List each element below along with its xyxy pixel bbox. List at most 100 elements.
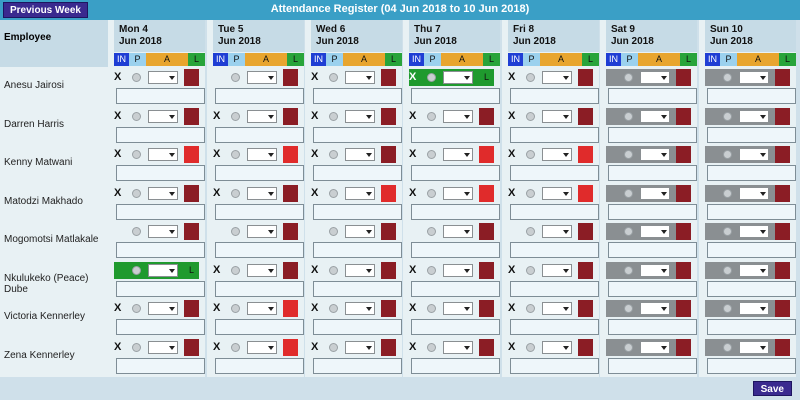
absence-select[interactable] — [247, 302, 277, 315]
clear-mark[interactable]: X — [508, 264, 520, 276]
clear-mark[interactable]: X — [311, 110, 323, 122]
clear-mark[interactable]: X — [213, 148, 225, 160]
notes-input[interactable] — [116, 203, 205, 220]
leave-swatch[interactable] — [775, 107, 790, 125]
clear-mark[interactable]: X — [213, 187, 225, 199]
present-radio[interactable] — [132, 227, 141, 236]
leave-swatch[interactable] — [184, 184, 199, 202]
clear-mark[interactable]: X — [508, 302, 520, 314]
present-radio[interactable] — [132, 111, 141, 121]
present-radio[interactable] — [427, 150, 436, 159]
present-radio[interactable] — [526, 227, 535, 236]
absence-select[interactable] — [443, 71, 473, 84]
leave-swatch[interactable] — [381, 146, 396, 163]
absence-select[interactable] — [443, 302, 473, 315]
notes-input[interactable] — [707, 319, 796, 335]
present-radio[interactable] — [427, 73, 436, 82]
present-radio[interactable] — [132, 188, 141, 198]
notes-input[interactable] — [116, 165, 205, 181]
save-button[interactable]: Save — [752, 381, 792, 396]
absence-select[interactable] — [148, 225, 178, 238]
leave-swatch[interactable] — [184, 300, 199, 317]
present-radio[interactable] — [427, 342, 436, 352]
clear-mark[interactable]: X — [409, 187, 421, 199]
notes-input[interactable] — [608, 357, 697, 374]
leave-swatch[interactable] — [283, 300, 298, 317]
absence-select[interactable] — [640, 302, 670, 315]
clear-mark[interactable]: X — [508, 341, 520, 353]
leave-swatch[interactable] — [381, 69, 396, 86]
leave-swatch[interactable] — [184, 223, 199, 240]
absence-select[interactable] — [739, 109, 769, 123]
absence-select[interactable] — [148, 71, 178, 84]
present-radio[interactable] — [329, 73, 338, 82]
notes-input[interactable] — [313, 126, 402, 143]
leave-swatch[interactable] — [775, 261, 790, 279]
leave-swatch[interactable] — [381, 107, 396, 125]
absence-select[interactable] — [148, 263, 178, 277]
absence-select[interactable] — [247, 148, 277, 161]
notes-input[interactable] — [215, 280, 304, 297]
notes-input[interactable] — [116, 88, 205, 104]
notes-input[interactable] — [411, 126, 500, 143]
absence-select[interactable] — [247, 340, 277, 354]
leave-swatch[interactable] — [283, 146, 298, 163]
absence-select[interactable] — [739, 340, 769, 354]
leave-swatch[interactable] — [381, 184, 396, 202]
clear-mark[interactable]: X — [114, 110, 126, 122]
notes-input[interactable] — [510, 280, 599, 297]
absence-select[interactable] — [443, 186, 473, 200]
notes-input[interactable] — [313, 357, 402, 374]
absence-select[interactable] — [443, 109, 473, 123]
notes-input[interactable] — [215, 357, 304, 374]
absence-select[interactable] — [247, 225, 277, 238]
leave-swatch[interactable] — [283, 261, 298, 279]
leave-swatch[interactable] — [479, 146, 494, 163]
absence-select[interactable] — [247, 109, 277, 123]
absence-select[interactable] — [247, 71, 277, 84]
notes-input[interactable] — [116, 357, 205, 374]
leave-swatch[interactable] — [676, 146, 691, 163]
notes-input[interactable] — [116, 319, 205, 335]
leave-swatch[interactable] — [775, 69, 790, 86]
leave-swatch[interactable] — [479, 338, 494, 356]
present-radio[interactable] — [329, 111, 338, 121]
present-radio[interactable] — [526, 265, 535, 275]
leave-swatch[interactable] — [283, 69, 298, 86]
leave-swatch[interactable] — [775, 300, 790, 317]
absence-select[interactable] — [542, 71, 572, 84]
absence-select[interactable] — [739, 225, 769, 238]
absence-select[interactable] — [443, 340, 473, 354]
clear-mark[interactable]: X — [213, 110, 225, 122]
present-radio[interactable] — [427, 265, 436, 275]
present-radio[interactable] — [427, 111, 436, 121]
absence-select[interactable] — [739, 148, 769, 161]
notes-input[interactable] — [313, 88, 402, 104]
present-radio[interactable] — [723, 150, 732, 159]
leave-swatch[interactable]: L — [184, 261, 199, 279]
clear-mark[interactable]: X — [409, 302, 421, 314]
present-radio[interactable] — [723, 342, 732, 352]
absence-select[interactable] — [542, 186, 572, 200]
clear-mark[interactable]: X — [508, 148, 520, 160]
present-radio[interactable] — [723, 265, 732, 275]
notes-input[interactable] — [411, 242, 500, 258]
leave-swatch[interactable] — [184, 107, 199, 125]
clear-mark[interactable]: X — [409, 264, 421, 276]
notes-input[interactable] — [215, 203, 304, 220]
present-radio[interactable] — [526, 73, 535, 82]
absence-select[interactable] — [542, 340, 572, 354]
leave-swatch[interactable] — [775, 184, 790, 202]
present-radio[interactable] — [526, 342, 535, 352]
notes-input[interactable] — [510, 357, 599, 374]
notes-input[interactable] — [707, 88, 796, 104]
clear-mark[interactable]: X — [508, 71, 520, 83]
notes-input[interactable] — [411, 165, 500, 181]
leave-swatch[interactable] — [479, 300, 494, 317]
leave-swatch[interactable] — [578, 338, 593, 356]
leave-swatch[interactable] — [578, 261, 593, 279]
clear-mark[interactable]: X — [311, 148, 323, 160]
notes-input[interactable] — [707, 242, 796, 258]
notes-input[interactable] — [510, 126, 599, 143]
absence-select[interactable] — [345, 340, 375, 354]
